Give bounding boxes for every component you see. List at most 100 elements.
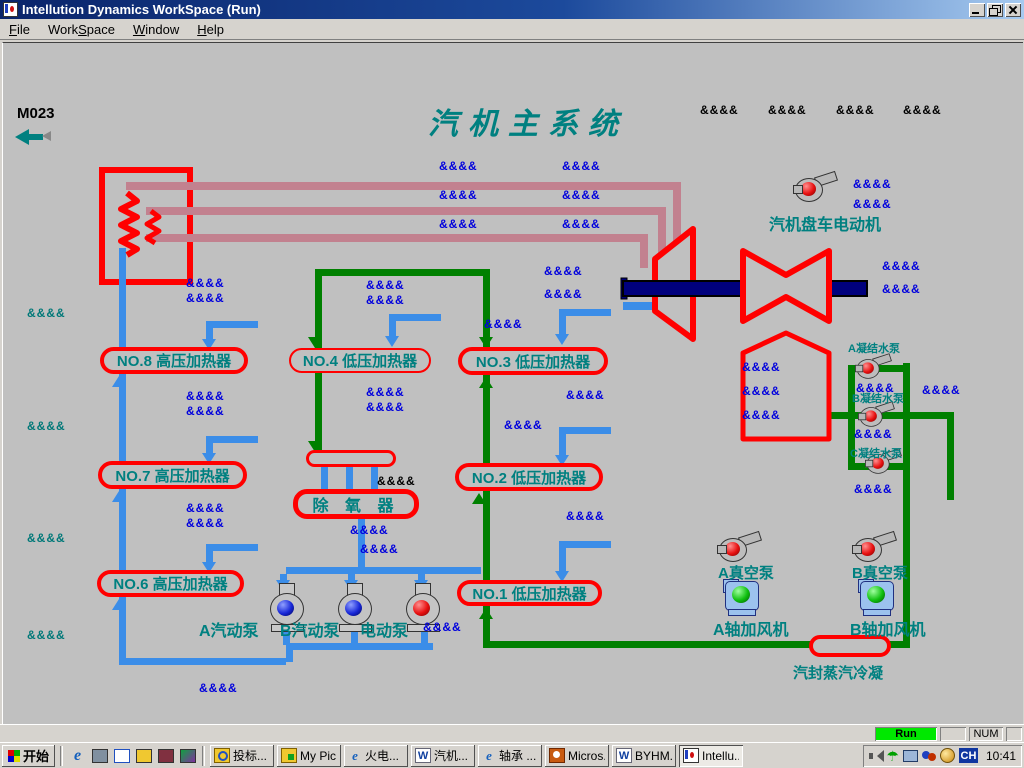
pipe-blue-segment — [119, 374, 126, 461]
gland-condenser-label: 汽封蒸汽冷凝 — [793, 662, 883, 683]
application-window: Intellution Dynamics WorkSpace (Run) Fil… — [0, 0, 1024, 768]
value-placeholder: &&&& — [439, 188, 478, 202]
ime-indicator[interactable]: CH — [959, 748, 978, 763]
value-placeholder: &&&& — [27, 306, 66, 320]
workspace-icon — [683, 748, 699, 763]
pipe-green-segment — [903, 363, 910, 648]
menu-workspace[interactable]: WorkSpace — [39, 20, 124, 39]
value-placeholder: &&&& — [742, 408, 781, 422]
task-button-qiji[interactable]: W 汽机... — [411, 745, 475, 767]
taskbar-separator — [60, 746, 63, 766]
ie-icon: e — [348, 749, 362, 762]
speaker-icon[interactable] — [869, 750, 882, 762]
close-button[interactable] — [1005, 3, 1021, 17]
globe-icon[interactable] — [940, 748, 955, 763]
status-empty-box — [940, 727, 966, 741]
turbine-shaft — [623, 281, 867, 296]
scada-canvas: M023 汽机主系统 NO.8 高压加热器 NO.4 低压加热器 NO.3 低压… — [2, 42, 1023, 725]
electric-pump-label: 电动泵 — [360, 617, 408, 641]
value-placeholder: &&&& — [882, 259, 921, 273]
value-placeholder: &&&& — [854, 482, 893, 496]
task-button-bidding[interactable]: 投标... — [210, 745, 274, 767]
fan-a-icon — [723, 579, 763, 615]
umbrella-icon[interactable]: ☂ — [886, 749, 899, 763]
pipe-green-segment — [947, 412, 954, 500]
pipe-blue-segment — [286, 567, 481, 574]
windows-logo-icon — [8, 750, 20, 762]
lp-turbine-shape — [743, 251, 829, 321]
start-button[interactable]: 开始 — [2, 745, 55, 767]
value-placeholder: &&&& — [882, 282, 921, 296]
value-placeholder: &&&& — [566, 509, 605, 523]
pipe-blue-segment — [559, 309, 611, 316]
task-button-microsoft[interactable]: Micros... — [545, 745, 609, 767]
pipe-pink-segment — [640, 234, 648, 268]
task-button-huodian[interactable]: e 火电... — [344, 745, 408, 767]
num-lock-indicator: NUM — [969, 727, 1003, 741]
media-player-icon[interactable] — [178, 746, 197, 765]
pipe-blue-segment — [286, 643, 433, 650]
folder-image-icon — [281, 748, 297, 763]
task-button-byhm[interactable]: W BYHM... — [612, 745, 676, 767]
heater-no1[interactable]: NO.1 低压加热器 — [457, 580, 602, 606]
menu-file[interactable]: File — [0, 20, 39, 39]
value-placeholder: &&&& — [350, 523, 389, 537]
cond-pump-a-label: A凝结水泵 — [848, 340, 900, 356]
menu-help[interactable]: Help — [188, 20, 233, 39]
flow-arrow-icon — [479, 608, 493, 619]
task-button-zhoucheng[interactable]: e 轴承 ... — [478, 745, 542, 767]
value-placeholder: &&&& — [186, 276, 225, 290]
pipe-blue-segment — [559, 427, 611, 434]
folder-search-icon[interactable] — [134, 746, 153, 765]
menu-window[interactable]: Window — [124, 20, 188, 39]
flow-arrow-icon — [112, 491, 126, 502]
title-bar[interactable]: Intellution Dynamics WorkSpace (Run) — [0, 0, 1024, 19]
document-icon[interactable] — [112, 746, 131, 765]
pipe-blue-segment — [119, 248, 126, 347]
computer-icon[interactable] — [903, 750, 918, 762]
ie-quicklaunch-icon[interactable]: e — [68, 746, 87, 765]
window-title: Intellution Dynamics WorkSpace (Run) — [22, 2, 261, 17]
heater-no3[interactable]: NO.3 低压加热器 — [458, 347, 608, 375]
calculator-icon[interactable] — [90, 746, 109, 765]
value-placeholder: &&&& — [854, 427, 893, 441]
workspace-icon — [3, 2, 18, 17]
steam-pump-a-label: A汽动泵 — [199, 617, 259, 641]
pipe-pink-segment — [658, 207, 666, 255]
flow-arrow-icon — [308, 337, 322, 348]
value-placeholder: &&&& — [504, 418, 543, 432]
pipe-blue-segment — [389, 314, 441, 321]
task-button-intellution-active[interactable]: Intellu... — [679, 745, 743, 767]
heater-no8[interactable]: NO.8 高压加热器 — [100, 347, 248, 374]
users-icon[interactable] — [922, 749, 936, 762]
heater-no6[interactable]: NO.6 高压加热器 — [97, 570, 244, 597]
pipe-blue-segment — [559, 309, 566, 336]
heater-no2[interactable]: NO.2 低压加热器 — [455, 463, 603, 491]
run-mode-indicator: Run — [875, 727, 937, 741]
deaerator[interactable]: 除 氧 器 — [293, 489, 419, 519]
steam-pump-b-label: B汽动泵 — [280, 617, 340, 641]
value-placeholder: &&&& — [27, 419, 66, 433]
heater-no7[interactable]: NO.7 高压加热器 — [98, 461, 247, 489]
value-placeholder: &&&& — [484, 317, 523, 331]
value-placeholder: &&&& — [366, 293, 405, 307]
pipe-green-segment — [315, 269, 489, 276]
value-placeholder: &&&& — [544, 264, 583, 278]
value-placeholder: &&&& — [853, 177, 892, 191]
tray-clock: 10:41 — [982, 749, 1016, 763]
paint-icon[interactable] — [156, 746, 175, 765]
value-placeholder: &&&& — [700, 103, 739, 117]
value-placeholder: &&&& — [186, 516, 225, 530]
value-placeholder: &&&& — [836, 103, 875, 117]
vacuum-pump-a-icon — [717, 533, 763, 563]
value-placeholder: &&&& — [439, 159, 478, 173]
heater-no4[interactable]: NO.4 低压加热器 — [289, 348, 431, 373]
back-arrow-button[interactable] — [15, 129, 51, 145]
minimize-button[interactable] — [969, 3, 985, 17]
task-button-mypictures[interactable]: My Pic... — [277, 745, 341, 767]
pipe-pink-segment — [673, 182, 681, 244]
value-placeholder: &&&& — [903, 103, 942, 117]
restore-button[interactable] — [987, 3, 1003, 17]
taskbar-separator-2 — [202, 746, 205, 766]
value-placeholder: &&&& — [742, 360, 781, 374]
